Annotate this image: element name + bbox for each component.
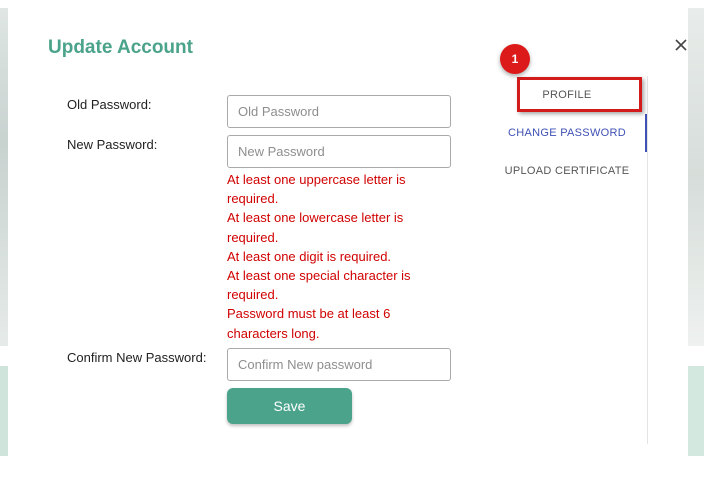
new-password-input[interactable] xyxy=(227,135,451,168)
new-password-label: New Password: xyxy=(67,137,158,152)
old-password-label: Old Password: xyxy=(67,97,152,112)
password-validation-errors: At least one uppercase letter is require… xyxy=(227,170,432,343)
error-digit: At least one digit is required. xyxy=(227,248,392,264)
tabs-divider xyxy=(647,76,648,444)
error-min-length: Password must be at least 6 characters l… xyxy=(227,306,391,341)
save-button[interactable]: Save xyxy=(227,388,352,424)
error-special-char: At least one special character is requir… xyxy=(227,268,411,303)
error-uppercase: At least one uppercase letter is require… xyxy=(227,172,406,207)
confirm-password-input[interactable] xyxy=(227,348,451,381)
background-band-left xyxy=(0,366,8,456)
background-image-left xyxy=(0,8,8,346)
annotation-highlight-box xyxy=(517,77,642,112)
close-icon[interactable] xyxy=(674,38,688,52)
background-image-right xyxy=(688,8,704,346)
modal-title: Update Account xyxy=(48,37,193,58)
old-password-input[interactable] xyxy=(227,95,451,128)
background-band-right xyxy=(688,366,704,456)
annotation-step-badge: 1 xyxy=(500,44,530,74)
confirm-password-label: Confirm New Password: xyxy=(67,350,207,365)
update-account-modal: Update Account Old Password: New Passwor… xyxy=(8,8,688,456)
tab-change-password[interactable]: CHANGE PASSWORD xyxy=(487,115,647,151)
error-lowercase: At least one lowercase letter is require… xyxy=(227,210,404,245)
tab-upload-certificate[interactable]: UPLOAD CERTIFICATE xyxy=(487,153,647,189)
